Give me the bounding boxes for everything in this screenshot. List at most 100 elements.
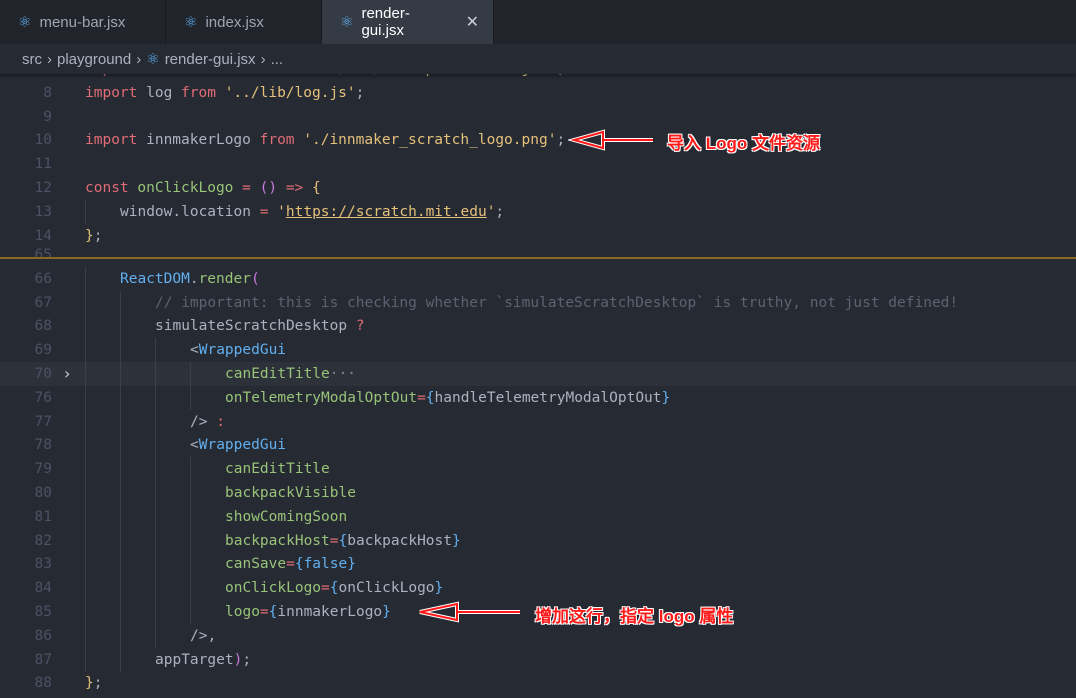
code-line[interactable]: 8 import log from '../lib/log.js';	[0, 81, 1076, 105]
code-token: =	[259, 604, 269, 620]
code-token: logo	[225, 604, 260, 620]
code-token: (	[250, 270, 260, 287]
code-token: from	[181, 84, 216, 101]
code-line[interactable]: 88};	[0, 671, 1076, 695]
indent-guide	[120, 504, 121, 529]
indent-guide	[120, 623, 121, 648]
code-token: backpackHost	[347, 532, 452, 549]
fold-chevron-icon[interactable]: ›	[64, 362, 70, 386]
code-token: {	[329, 580, 339, 597]
indent-guide	[155, 600, 156, 624]
indent-guide	[85, 314, 86, 339]
code-token: ···	[329, 366, 356, 382]
indent-guide	[85, 409, 86, 434]
code-text: backpackHost={backpackHost}	[225, 529, 461, 553]
line-number: 9	[43, 108, 52, 125]
code-line[interactable]: 65	[0, 243, 1076, 267]
code-text: const onClickLogo = () => {	[85, 176, 321, 200]
indent-guide	[85, 433, 86, 458]
indent-guide	[85, 528, 86, 553]
line-number: 76	[34, 389, 52, 406]
code-editor[interactable]: 7import hashParserHOC from '../lib/hash-…	[0, 0, 1076, 698]
close-icon[interactable]: ✕	[466, 12, 479, 32]
code-token: }	[661, 389, 671, 406]
code-line[interactable]: 13 window.location = 'https://scratch.mit…	[0, 199, 1076, 224]
code-token: ;	[93, 675, 103, 692]
code-line[interactable]: 10 import innmakerLogo from './innmaker_s…	[0, 128, 1076, 152]
code-token: .	[189, 270, 199, 287]
code-token: // important: this is checking whether `…	[155, 294, 959, 311]
code-line[interactable]: 86 />,	[0, 623, 1076, 648]
code-token: :	[207, 413, 225, 430]
line-number: 84	[34, 580, 52, 597]
code-token: =	[417, 389, 426, 406]
code-token: from	[259, 132, 295, 149]
code-line[interactable]: 87 appTarget);	[0, 647, 1076, 672]
code-token: innmakerLogo	[277, 604, 383, 620]
indent-guide	[155, 362, 156, 386]
code-line[interactable]: 81 showComingSoon	[0, 504, 1076, 529]
breadcrumb-symbols[interactable]: ...	[271, 51, 284, 68]
code-line[interactable]: 79 canEditTitle	[0, 457, 1076, 482]
code-line[interactable]: 84 onClickLogo={onClickLogo}	[0, 576, 1076, 601]
code-line[interactable]: 68 simulateScratchDesktop ?	[0, 314, 1076, 339]
code-line[interactable]: 66 ReactDOM.render(	[0, 266, 1076, 291]
line-number: 79	[34, 461, 52, 478]
line-number: 68	[34, 318, 52, 335]
code-line[interactable]: 76 onTelemetryModalOptOut={handleTelemetr…	[0, 385, 1076, 410]
code-token: WrappedGui	[198, 342, 287, 359]
line-number: 82	[34, 532, 52, 549]
indent-guide	[155, 433, 156, 458]
code-text: canEditTitle···	[225, 362, 356, 386]
code-token: canSave	[225, 556, 287, 573]
indent-guide	[190, 576, 191, 601]
indent-guide	[155, 338, 156, 363]
code-token: }	[347, 556, 356, 573]
tab-menu-bar[interactable]: ⚛ menu-bar.jsx	[0, 0, 166, 44]
code-token: './innmaker_scratch_logo.png'	[294, 132, 557, 149]
code-text: /> :	[190, 410, 225, 434]
line-number: 66	[34, 270, 52, 287]
breadcrumb-file[interactable]: render-gui.jsx	[165, 51, 256, 68]
code-line[interactable]: 67 // important: this is checking whether…	[0, 290, 1076, 315]
code-line[interactable]: 80 backpackVisible	[0, 481, 1076, 505]
breadcrumb-playground[interactable]: playground	[57, 51, 131, 68]
code-line[interactable]: 70 › canEditTitle···	[0, 362, 1076, 386]
code-line[interactable]: 83 canSave={false}	[0, 552, 1076, 577]
indent-guide	[85, 385, 86, 410]
code-line[interactable]: 78 <WrappedGui	[0, 433, 1076, 458]
code-token: }	[452, 532, 461, 549]
code-text: />,	[190, 624, 216, 648]
indent-guide	[120, 385, 121, 410]
indent-guide	[85, 266, 86, 291]
code-line[interactable]: 77 /> :	[0, 409, 1076, 434]
code-line[interactable]: 9	[0, 105, 1076, 129]
indent-guide	[85, 290, 86, 315]
code-line[interactable]: 11	[0, 152, 1076, 176]
annotation-arrow-prop	[419, 601, 520, 623]
indent-guide	[155, 528, 156, 553]
code-line[interactable]: 82 backpackHost={backpackHost}	[0, 528, 1076, 553]
code-token: =	[329, 532, 339, 549]
indent-guide	[190, 457, 191, 482]
indent-guide	[120, 647, 121, 672]
code-token: ()	[250, 180, 278, 196]
code-token: ;	[556, 132, 566, 149]
tab-render-gui[interactable]: ⚛ render-gui.jsx ✕	[322, 0, 494, 44]
indent-guide	[155, 481, 156, 505]
indent-guide	[120, 481, 121, 505]
code-token: '	[268, 203, 286, 220]
code-token: onTelemetryModalOptOut	[225, 389, 418, 406]
chevron-right-icon: ›	[47, 50, 52, 68]
code-text: onTelemetryModalOptOut={handleTelemetryM…	[225, 386, 670, 410]
code-line[interactable]: 69 <WrappedGui	[0, 338, 1076, 363]
react-icon: ⚛	[146, 51, 160, 68]
annotation-import: 导入 Logo 文件资源	[667, 134, 820, 153]
code-text: window.location = 'https://scratch.mit.e…	[120, 200, 504, 224]
code-line[interactable]: 12 const onClickLogo = () => {	[0, 176, 1076, 200]
line-number: 70	[34, 366, 52, 382]
code-token: }	[382, 604, 391, 620]
code-text: <WrappedGui	[190, 433, 286, 457]
breadcrumb-src[interactable]: src	[22, 51, 42, 68]
tab-index[interactable]: ⚛ index.jsx	[166, 0, 322, 44]
